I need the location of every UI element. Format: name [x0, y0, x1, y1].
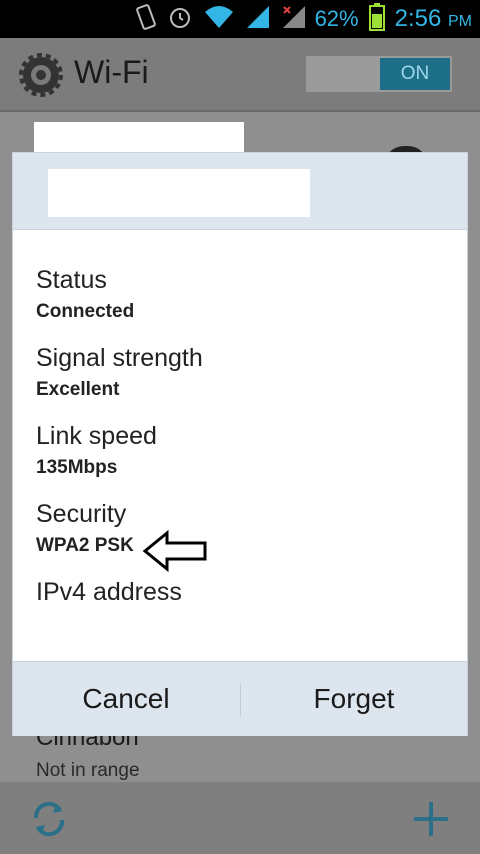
dialog-header	[13, 153, 467, 230]
battery-percent: 62%	[314, 6, 359, 31]
wifi-toggle-label: ON	[380, 58, 450, 90]
signal-strength-field: Signal strength Excellent	[36, 343, 203, 403]
link-speed-value: 135Mbps	[36, 457, 118, 478]
status-field: Status Connected	[36, 265, 134, 325]
security-field: Security WPA2 PSK	[36, 499, 134, 559]
signal-no-data-icon	[281, 4, 307, 35]
bottom-bar	[0, 782, 480, 854]
clock-ampm: PM	[448, 13, 472, 30]
settings-gear-icon[interactable]	[18, 52, 64, 98]
network-details-dialog: Status Connected Signal strength Excelle…	[12, 152, 468, 736]
status-value: Connected	[36, 301, 135, 322]
clock-time: 2:56	[394, 5, 442, 32]
screen: 62% 2:56 PM Wi-Fi ON Cinnabon Not in ran…	[0, 0, 480, 854]
alarm-icon	[167, 4, 193, 35]
signal-strength-label: Signal strength	[36, 344, 203, 372]
action-bar: Wi-Fi ON	[0, 38, 480, 112]
security-label: Security	[36, 500, 127, 528]
list-item-redacted	[34, 122, 244, 156]
cancel-button[interactable]: Cancel	[13, 662, 239, 736]
battery-icon	[368, 2, 385, 36]
ipv4-address-field: IPv4 address	[36, 577, 182, 611]
ipv4-address-label: IPv4 address	[36, 578, 182, 606]
wifi-icon	[203, 4, 235, 35]
dialog-title-redacted	[48, 169, 310, 217]
page-title: Wi-Fi	[74, 54, 149, 90]
status-label: Status	[36, 266, 107, 294]
add-icon[interactable]	[410, 798, 452, 840]
vibrate-icon	[135, 3, 157, 35]
signal-strength-value: Excellent	[36, 379, 120, 400]
status-bar: 62% 2:56 PM	[0, 0, 480, 38]
signal-icon	[245, 4, 271, 35]
link-speed-label: Link speed	[36, 422, 157, 450]
wifi-toggle[interactable]: ON	[306, 56, 452, 92]
forget-button[interactable]: Forget	[241, 662, 467, 736]
clock: 2:56 PM	[395, 5, 472, 33]
security-value: WPA2 PSK	[36, 535, 134, 556]
link-speed-field: Link speed 135Mbps	[36, 421, 157, 481]
dialog-footer: Cancel Forget	[13, 661, 467, 736]
refresh-icon[interactable]	[28, 798, 70, 840]
network-status: Not in range	[36, 760, 140, 781]
arrow-left-icon	[141, 529, 209, 573]
